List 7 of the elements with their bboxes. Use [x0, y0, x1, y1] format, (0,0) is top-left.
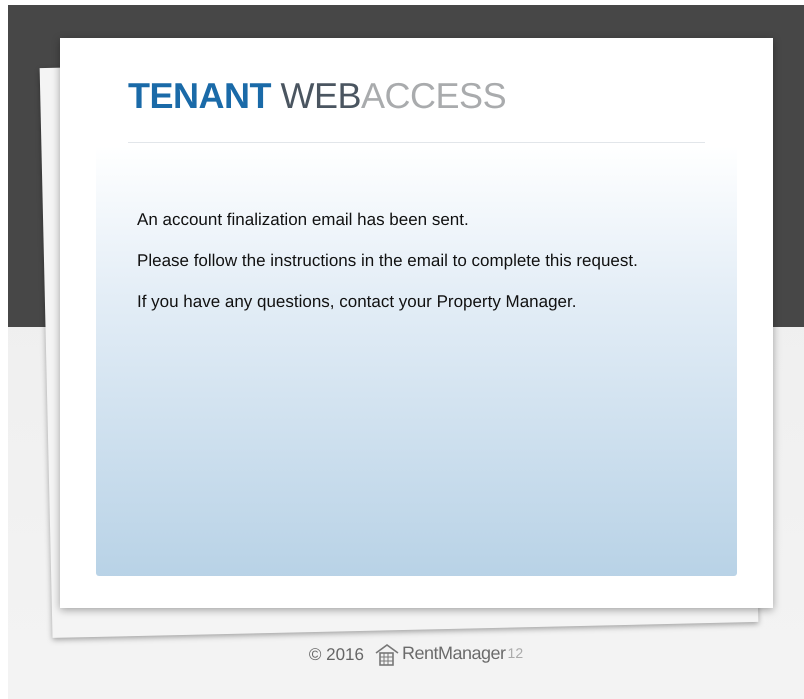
message-text: Please follow the instructions in the email to complete this request.	[137, 250, 639, 272]
brand-logo: RentManager12	[374, 640, 524, 667]
copyright-text: © 2016	[308, 644, 364, 666]
app-logo: TENANT WEBACCESS	[128, 76, 508, 116]
message-text: An account finalization email has been sent.	[137, 209, 470, 231]
house-icon	[374, 643, 400, 667]
message-text: If you have any questions, contact your Property Manager.	[137, 291, 578, 313]
